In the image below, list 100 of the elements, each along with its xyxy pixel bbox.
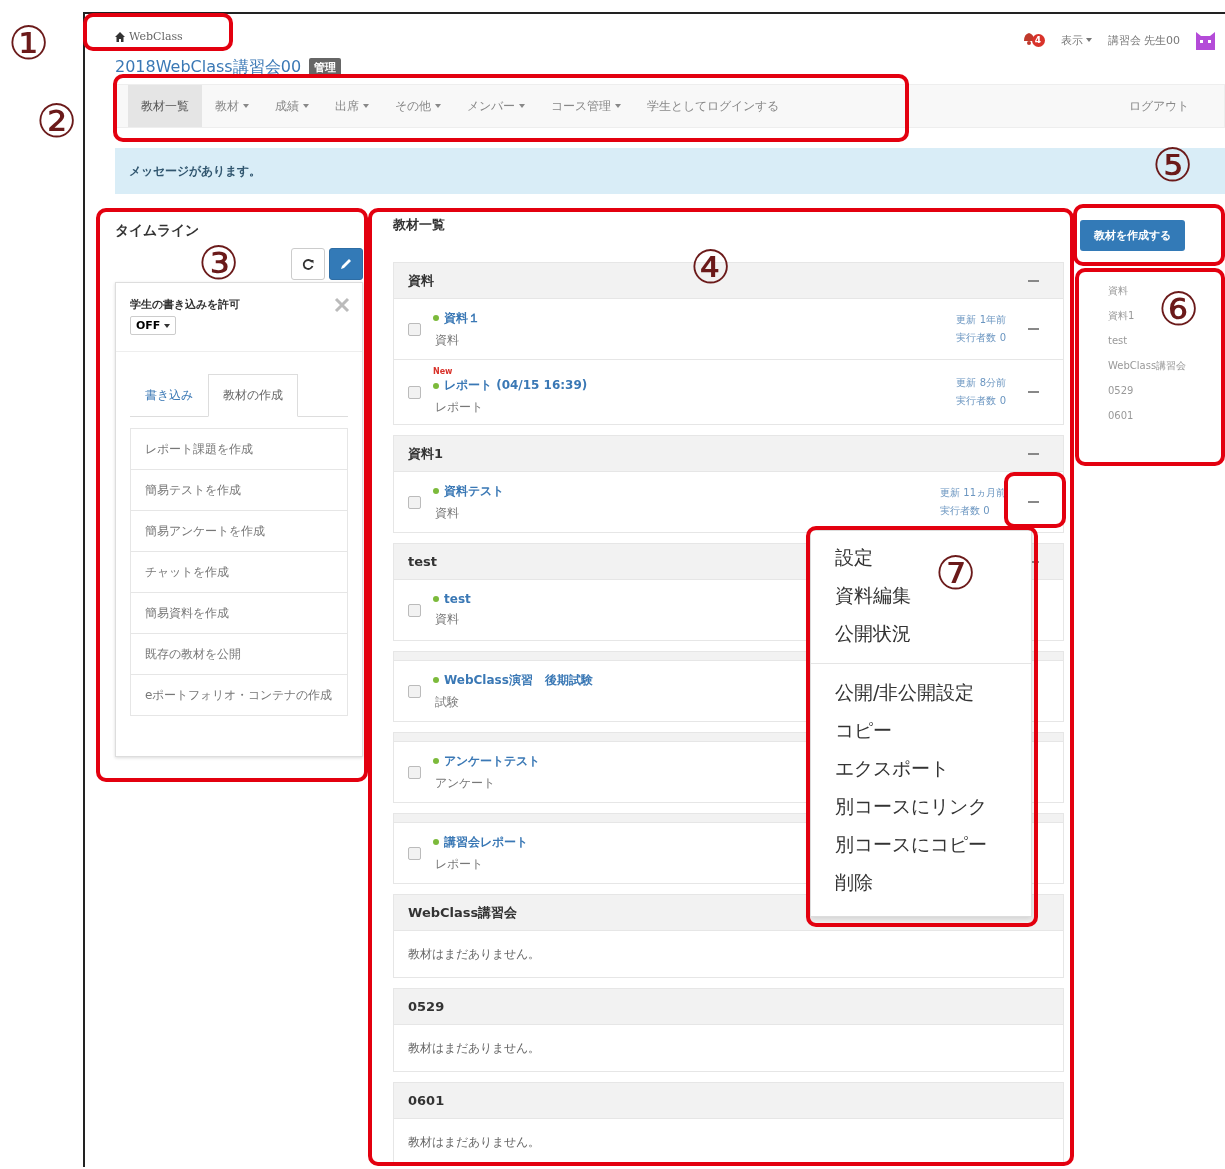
edit-button[interactable] (329, 248, 363, 280)
section-title: WebClass講習会 (408, 903, 518, 922)
status-dot (433, 315, 439, 321)
material-link[interactable]: アンケートテスト (444, 752, 540, 770)
menu-item[interactable]: コピー (811, 712, 1031, 750)
action-item[interactable]: 簡易資料を作成 (130, 592, 348, 634)
close-icon (334, 297, 350, 313)
update-time: 更新 8分前 (956, 376, 1006, 390)
user-name: 講習会 先生00 (1107, 32, 1180, 48)
toggle-select[interactable]: OFF (130, 316, 177, 335)
annotation-number: ① (8, 18, 49, 68)
status-dot (433, 839, 439, 845)
checkbox[interactable] (408, 385, 421, 399)
nav-tab[interactable]: 教材 (202, 85, 262, 127)
annotation-number: ⑥ (1158, 284, 1199, 334)
material-type: 資料 (434, 611, 460, 628)
run-count: 実行者数 0 (956, 331, 1006, 345)
material-type: レポート (434, 399, 484, 416)
nav-tab[interactable]: 成績 (262, 85, 322, 127)
annotation-number: ⑤ (1152, 140, 1193, 190)
setting-label: 学生の書き込みを許可 (130, 297, 240, 312)
nav-tab[interactable]: 出席 (322, 85, 382, 127)
view-menu[interactable]: 表示 (1060, 32, 1092, 48)
section-link[interactable]: WebClass講習会 (1108, 358, 1225, 373)
empty-message: 教材はまだありません。 (393, 1025, 1064, 1072)
notification-count: 4 (1031, 34, 1045, 47)
nav-tab[interactable]: 学生としてログインする (634, 85, 792, 127)
section-link[interactable]: 0601 (1108, 408, 1225, 423)
nav-tab[interactable]: 教材一覧 (128, 85, 202, 127)
section-title: 0529 (408, 999, 445, 1014)
action-item[interactable]: 既存の教材を公開 (130, 633, 348, 675)
material-type: 資料 (434, 504, 460, 522)
material-type: 資料 (434, 331, 460, 349)
nav-tab[interactable]: その他 (382, 85, 454, 127)
notification-button[interactable]: 4 (1022, 31, 1045, 49)
menu-item[interactable]: エクスポート (811, 750, 1031, 788)
material-type: アンケート (434, 774, 496, 792)
run-count: 実行者数 0 (956, 394, 1006, 408)
run-count: 実行者数 0 (940, 504, 991, 518)
action-item[interactable]: eポートフォリオ・コンテナの作成 (130, 674, 348, 716)
refresh-button[interactable] (291, 248, 325, 280)
menu-item[interactable]: 別コースにリンク (811, 788, 1031, 826)
annotation-number: ④ (690, 242, 731, 292)
material-link[interactable]: 資料テスト (444, 482, 504, 500)
material-link[interactable]: test (444, 592, 471, 606)
course-title[interactable]: 2018WebClass講習会00 (115, 57, 302, 78)
section-title: test (408, 554, 437, 569)
material-link[interactable]: 講習会レポート (444, 833, 528, 851)
material-link[interactable]: レポート (04/15 16:39) (444, 377, 588, 394)
caret-icon (1085, 38, 1092, 42)
checkbox[interactable] (408, 684, 421, 698)
nav-tab[interactable]: コース管理 (538, 85, 634, 127)
checkbox[interactable] (408, 322, 421, 336)
create-button[interactable]: 教材を作成する (1080, 220, 1185, 251)
checkbox[interactable] (408, 765, 421, 779)
checkbox[interactable] (408, 846, 421, 860)
status-dot (433, 758, 439, 764)
home-icon (115, 31, 125, 42)
action-item[interactable]: 簡易アンケートを作成 (130, 510, 348, 552)
material-link[interactable]: 資料１ (444, 309, 480, 327)
action-item[interactable]: チャットを作成 (130, 551, 348, 593)
menu-item[interactable]: 別コースにコピー (811, 826, 1031, 864)
bell-icon (1022, 31, 1035, 46)
avatar-icon (1196, 30, 1215, 50)
annotation-number: ② (36, 96, 77, 146)
nav-tab[interactable]: メンバー (454, 85, 538, 127)
section-link[interactable]: 0529 (1108, 383, 1225, 398)
close-button[interactable] (334, 297, 350, 313)
section-title: 資料 (408, 271, 434, 290)
menu-item[interactable]: 削除 (811, 864, 1031, 902)
status-dot (433, 488, 439, 494)
annotation-number: ③ (198, 238, 239, 288)
update-time: 更新 1年前 (956, 313, 1006, 327)
tab[interactable]: 書き込み (130, 374, 208, 417)
tab[interactable]: 教材の作成 (208, 374, 298, 417)
panel-title: タイムライン (115, 222, 200, 240)
logout-link[interactable]: ログアウト (1116, 85, 1202, 127)
material-link[interactable]: WebClass演習 後期試験 (444, 671, 593, 689)
action-item[interactable]: 簡易テストを作成 (130, 469, 348, 511)
caret-icon (164, 323, 171, 328)
panel-title: 教材一覧 (392, 216, 446, 234)
new-label: New (433, 368, 454, 376)
section-title: 0601 (408, 1093, 445, 1108)
material-type: レポート (434, 855, 484, 873)
breadcrumb-link[interactable]: WebClass (115, 30, 342, 43)
refresh-icon (301, 257, 315, 271)
update-time: 更新 11ヵ月前 (940, 486, 1006, 500)
action-item[interactable]: レポート課題を作成 (130, 428, 348, 470)
section-link[interactable]: test (1108, 333, 1225, 348)
status-dot (433, 677, 439, 683)
annotation-number: ⑦ (935, 548, 976, 598)
checkbox[interactable] (408, 603, 421, 617)
status-dot (433, 596, 439, 602)
status-dot (433, 382, 439, 389)
pencil-icon (339, 257, 353, 271)
menu-item[interactable]: 公開/非公開設定 (811, 674, 1031, 712)
section-title: 資料1 (408, 444, 444, 463)
menu-item[interactable]: 公開状況 (811, 615, 1031, 653)
checkbox[interactable] (408, 495, 421, 509)
empty-message: 教材はまだありません。 (393, 931, 1064, 978)
